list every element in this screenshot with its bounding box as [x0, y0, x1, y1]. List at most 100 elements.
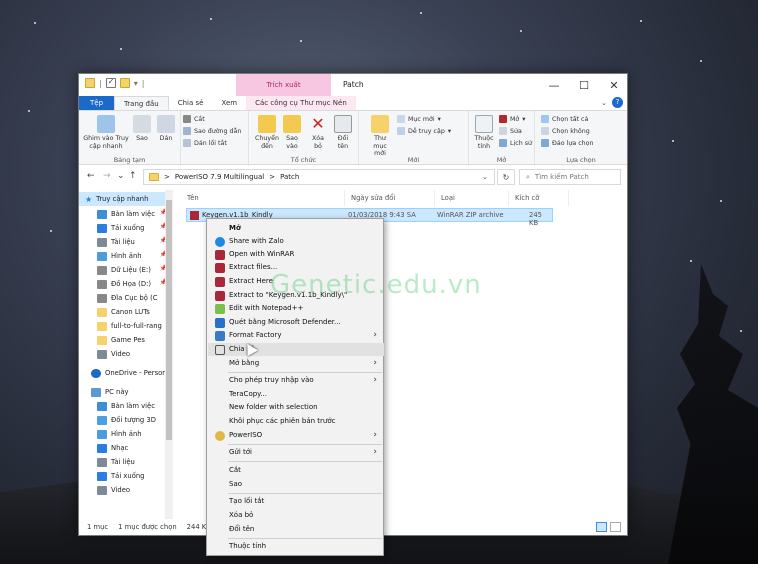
address-bar[interactable]: > PowerISO 7.9 Multilingual > Patch ⌄	[143, 169, 495, 185]
nav-item[interactable]: Đồ Họa (D:) 📌	[79, 277, 171, 291]
nav-item[interactable]: Video	[79, 483, 171, 497]
menu-item-open[interactable]: Mở	[208, 222, 384, 235]
menu-item-share[interactable]: Chia sẻ	[208, 343, 384, 356]
details-view-icon[interactable]	[596, 522, 607, 532]
nav-item[interactable]: Tài liệu	[79, 455, 171, 469]
delete-button[interactable]: ✕ Xóa bỏ	[309, 115, 327, 150]
breadcrumb-item[interactable]: PowerISO 7.9 Multilingual	[175, 173, 264, 181]
menu-item-format-factory[interactable]: Format Factory ›	[208, 329, 384, 342]
menu-item-copy[interactable]: Sao	[208, 478, 384, 491]
menu-item-open-with[interactable]: Mở bằng ›	[208, 357, 384, 370]
nav-item[interactable]: Nhạc	[79, 441, 171, 455]
forward-arrow-icon[interactable]: →	[103, 171, 111, 181]
tab-view[interactable]: Xem	[212, 96, 246, 110]
new-item-label: Mục mới	[408, 115, 435, 123]
nav-item[interactable]: Dữ Liệu (E:) 📌	[79, 263, 171, 277]
breadcrumb-item[interactable]: Patch	[280, 173, 299, 181]
tab-file[interactable]: Tệp	[79, 96, 115, 110]
help-icon[interactable]: ?	[612, 97, 623, 108]
scrollbar-thumb[interactable]	[166, 200, 172, 440]
nav-item[interactable]: Tài liệu 📌	[79, 235, 171, 249]
menu-item-properties[interactable]: Thuộc tính	[208, 540, 384, 553]
new-folder-button[interactable]: Thư mục mới	[367, 115, 393, 158]
cut-button[interactable]: Cắt	[183, 115, 205, 123]
back-arrow-icon[interactable]: ←	[87, 171, 95, 181]
nav-item[interactable]: Hình ảnh	[79, 427, 171, 441]
column-size[interactable]: Kích cỡ	[509, 190, 569, 206]
nav-item[interactable]: Canon LUTs	[79, 305, 171, 319]
menu-item-scan-defender[interactable]: Quét bằng Microsoft Defender...	[208, 316, 384, 329]
menu-item-send-to[interactable]: Gửi tới ›	[208, 446, 384, 459]
nav-item[interactable]: Bàn làm việc 📌	[79, 207, 171, 221]
nav-item[interactable]: Hình ảnh 📌	[79, 249, 171, 263]
paste-button[interactable]: Dán	[157, 115, 175, 143]
menu-item-poweriso[interactable]: PowerISO ›	[208, 429, 384, 442]
menu-item-restore-versions[interactable]: Khôi phục các phiên bản trước	[208, 415, 384, 428]
chevron-down-icon[interactable]: ⌄	[482, 173, 488, 181]
menu-item-open-winrar[interactable]: Open with WinRAR	[208, 248, 384, 261]
properties-quick-icon[interactable]	[105, 78, 116, 88]
copy-path-button[interactable]: Sao đường dẫn	[183, 127, 241, 135]
refresh-icon[interactable]: ↻	[497, 169, 515, 185]
tab-compressed-tools[interactable]: Các công cụ Thư mục Nén	[246, 96, 356, 110]
group-label: Mới	[407, 156, 420, 164]
select-none-button[interactable]: Chọn không	[541, 127, 590, 135]
menu-item-teracopy[interactable]: TeraCopy...	[208, 388, 384, 401]
collapse-ribbon-icon[interactable]: ⌄	[601, 99, 607, 107]
nav-item[interactable]: Tải xuống 📌	[79, 221, 171, 235]
nav-this-pc[interactable]: PC này	[79, 385, 171, 399]
minimize-button[interactable]: —	[539, 74, 569, 96]
close-button[interactable]: ✕	[599, 74, 627, 96]
menu-item-new-folder-selection[interactable]: New folder with selection	[208, 401, 384, 414]
nav-item[interactable]: Game Pes	[79, 333, 171, 347]
up-arrow-icon[interactable]: ↑	[129, 171, 137, 181]
nav-item[interactable]: Đĩa Cục bộ (C	[79, 291, 171, 305]
menu-item-cut[interactable]: Cắt	[208, 464, 384, 477]
view-switch	[596, 522, 621, 532]
nav-onedrive[interactable]: OneDrive - Person	[79, 366, 171, 380]
nav-item[interactable]: Đối tượng 3D	[79, 413, 171, 427]
cloud-icon	[91, 368, 101, 378]
history-button[interactable]: Lịch sử	[499, 139, 532, 147]
nav-item[interactable]: Tải xuống	[79, 469, 171, 483]
column-type[interactable]: Loại	[435, 190, 509, 206]
large-icons-view-icon[interactable]	[610, 522, 621, 532]
menu-separator	[228, 538, 382, 539]
customize-chevron-icon[interactable]: ▾	[134, 79, 138, 88]
nav-item[interactable]: Video	[79, 347, 171, 361]
column-name[interactable]: Tên	[177, 190, 345, 206]
new-folder-quick-icon[interactable]	[119, 78, 130, 88]
pin-quick-access-button[interactable]: Ghim vào Truy cập nhanh	[83, 115, 129, 150]
search-input[interactable]: ⌕ Tìm kiếm Patch	[519, 169, 621, 185]
recent-chevron-icon[interactable]: ⌄	[117, 171, 125, 181]
menu-item-delete[interactable]: Xóa bỏ	[208, 509, 384, 522]
new-item-button[interactable]: Mục mới ▾	[397, 115, 441, 123]
tab-share[interactable]: Chia sẻ	[169, 96, 213, 110]
easy-access-button[interactable]: Dễ truy cập ▾	[397, 127, 451, 135]
paste-shortcut-button[interactable]: Dán lối tắt	[183, 139, 227, 147]
nav-item[interactable]: full-to-full-rang	[79, 319, 171, 333]
invert-selection-icon	[541, 139, 549, 147]
edit-button[interactable]: Sửa	[499, 127, 522, 135]
nav-scrollbar[interactable]	[165, 190, 173, 520]
group-new: Thư mục mới Mục mới ▾ Dễ truy cập ▾ Mới	[359, 111, 469, 166]
open-button[interactable]: Mở ▾	[499, 115, 525, 123]
menu-item-give-access[interactable]: Cho phép truy nhập vào ›	[208, 374, 384, 387]
tab-home[interactable]: Trang đầu	[114, 96, 169, 110]
select-all-button[interactable]: Chọn tất cả	[541, 115, 588, 123]
maximize-button[interactable]: ☐	[569, 74, 599, 96]
rename-button[interactable]: Đổi tên	[333, 115, 353, 150]
menu-item-share-zalo[interactable]: Share with Zalo	[208, 235, 384, 248]
nav-quick-access[interactable]: ★ Truy cập nhanh	[79, 192, 171, 206]
copy-button[interactable]: Sao	[133, 115, 151, 143]
properties-button[interactable]: Thuộc tính	[473, 115, 495, 150]
copy-to-button[interactable]: Sao vào	[281, 115, 303, 150]
menu-item-create-shortcut[interactable]: Tạo lối tắt	[208, 495, 384, 508]
menu-item-rename[interactable]: Đổi tên	[208, 523, 384, 536]
nav-item[interactable]: Bàn làm việc	[79, 399, 171, 413]
menu-label: Gửi tới	[229, 448, 253, 456]
move-to-button[interactable]: Chuyển đến	[255, 115, 279, 150]
column-modified[interactable]: Ngày sửa đổi	[345, 190, 435, 206]
menu-item-edit-notepad[interactable]: Edit with Notepad++	[208, 302, 384, 315]
invert-selection-button[interactable]: Đảo lựa chọn	[541, 139, 594, 147]
